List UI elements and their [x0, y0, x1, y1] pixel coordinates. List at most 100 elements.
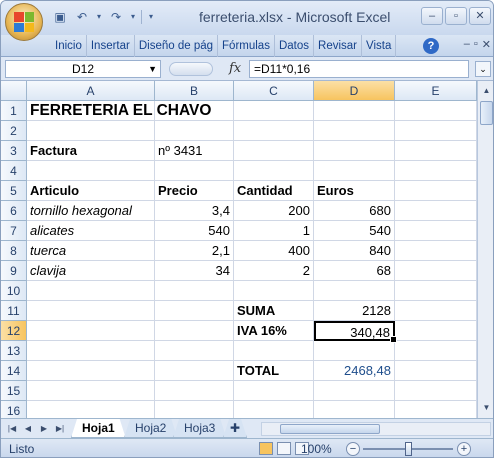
prev-sheet-icon[interactable]: ◀: [21, 422, 35, 436]
cell-c3[interactable]: [234, 141, 314, 161]
cell-e7[interactable]: [395, 221, 477, 241]
cell-e4[interactable]: [395, 161, 477, 181]
cell-a9[interactable]: clavija: [27, 261, 155, 281]
row-header-11[interactable]: 11: [1, 301, 27, 321]
minimize-button[interactable]: –: [421, 7, 443, 25]
insert-function-icon[interactable]: fx: [229, 61, 241, 76]
cell-d11[interactable]: 2128: [314, 301, 395, 321]
workbook-minimize-button[interactable]: –: [464, 38, 470, 51]
customize-toolbar-icon[interactable]: ▾: [146, 9, 156, 25]
tab-revisar[interactable]: Revisar: [314, 35, 362, 57]
column-header-c[interactable]: C: [234, 81, 314, 101]
sheet-tab-hoja1[interactable]: Hoja1: [71, 419, 126, 438]
last-sheet-icon[interactable]: ▶|: [53, 422, 67, 436]
cell-d1[interactable]: [314, 101, 395, 121]
expand-formula-bar-icon[interactable]: ⌄: [475, 61, 491, 77]
tab-vista[interactable]: Vista: [362, 35, 397, 57]
undo-dropdown-icon[interactable]: ▾: [95, 9, 103, 25]
cell-a11[interactable]: [27, 301, 155, 321]
cell-e3[interactable]: [395, 141, 477, 161]
row-header-16[interactable]: 16: [1, 401, 27, 418]
formula-bar-splitter[interactable]: [169, 62, 213, 76]
row-header-3[interactable]: 3: [1, 141, 27, 161]
cell-a4[interactable]: [27, 161, 155, 181]
column-header-d[interactable]: D: [314, 81, 395, 101]
workbook-close-button[interactable]: ✕: [482, 38, 491, 51]
cell-a2[interactable]: [27, 121, 155, 141]
cell-d9[interactable]: 68: [314, 261, 395, 281]
maximize-button[interactable]: ▫: [445, 7, 467, 25]
insert-sheet-icon[interactable]: ✚: [223, 419, 247, 438]
cell-c10[interactable]: [234, 281, 314, 301]
cell-b14[interactable]: [155, 361, 234, 381]
column-header-e[interactable]: E: [395, 81, 477, 101]
cell-a3[interactable]: Factura: [27, 141, 155, 161]
row-header-8[interactable]: 8: [1, 241, 27, 261]
vertical-scroll-thumb[interactable]: [480, 101, 493, 125]
cell-a14[interactable]: [27, 361, 155, 381]
formula-input[interactable]: =D11*0,16: [249, 60, 469, 78]
cell-c13[interactable]: [234, 341, 314, 361]
tab-insertar[interactable]: Insertar: [87, 35, 135, 57]
cell-a7[interactable]: alicates: [27, 221, 155, 241]
cell-b15[interactable]: [155, 381, 234, 401]
cell-a15[interactable]: [27, 381, 155, 401]
save-icon[interactable]: ▣: [51, 9, 69, 25]
cell-d10[interactable]: [314, 281, 395, 301]
row-header-14[interactable]: 14: [1, 361, 27, 381]
redo-icon[interactable]: ↷: [107, 9, 125, 25]
cell-a10[interactable]: [27, 281, 155, 301]
scroll-down-icon[interactable]: ▼: [479, 400, 493, 416]
cell-c1[interactable]: [234, 101, 314, 121]
cell-c5[interactable]: Cantidad: [234, 181, 314, 201]
cell-d5[interactable]: Euros: [314, 181, 395, 201]
tab-formulas[interactable]: Fórmulas: [218, 35, 275, 57]
cell-e9[interactable]: [395, 261, 477, 281]
cell-e2[interactable]: [395, 121, 477, 141]
row-header-13[interactable]: 13: [1, 341, 27, 361]
row-header-1[interactable]: 1: [1, 101, 27, 121]
row-header-2[interactable]: 2: [1, 121, 27, 141]
column-header-b[interactable]: B: [155, 81, 234, 101]
horizontal-scrollbar[interactable]: [261, 422, 491, 436]
cell-e13[interactable]: [395, 341, 477, 361]
cell-e15[interactable]: [395, 381, 477, 401]
redo-dropdown-icon[interactable]: ▾: [129, 9, 137, 25]
cell-e8[interactable]: [395, 241, 477, 261]
select-all-corner[interactable]: [1, 81, 27, 101]
cell-c2[interactable]: [234, 121, 314, 141]
cell-e16[interactable]: [395, 401, 477, 418]
next-sheet-icon[interactable]: ▶: [37, 422, 51, 436]
cell-b6[interactable]: 3,4: [155, 201, 234, 221]
cell-b10[interactable]: [155, 281, 234, 301]
cell-a16[interactable]: [27, 401, 155, 418]
cell-c4[interactable]: [234, 161, 314, 181]
cell-d14[interactable]: 2468,48: [314, 361, 395, 381]
cell-d2[interactable]: [314, 121, 395, 141]
cell-d16[interactable]: [314, 401, 395, 418]
cell-e1[interactable]: [395, 101, 477, 121]
cell-e5[interactable]: [395, 181, 477, 201]
zoom-out-icon[interactable]: −: [346, 442, 360, 456]
row-header-9[interactable]: 9: [1, 261, 27, 281]
cell-d4[interactable]: [314, 161, 395, 181]
cell-e6[interactable]: [395, 201, 477, 221]
cell-d7[interactable]: 540: [314, 221, 395, 241]
cell-b16[interactable]: [155, 401, 234, 418]
cell-c16[interactable]: [234, 401, 314, 418]
tab-datos[interactable]: Datos: [275, 35, 315, 57]
cell-d8[interactable]: 840: [314, 241, 395, 261]
cell-c14[interactable]: TOTAL: [234, 361, 314, 381]
cell-a13[interactable]: [27, 341, 155, 361]
row-header-5[interactable]: 5: [1, 181, 27, 201]
cell-e10[interactable]: [395, 281, 477, 301]
row-header-4[interactable]: 4: [1, 161, 27, 181]
cell-c7[interactable]: 1: [234, 221, 314, 241]
row-header-12[interactable]: 12: [1, 321, 27, 341]
cell-a1[interactable]: FERRETERIA EL CHAVO: [27, 101, 211, 121]
cell-b12[interactable]: [155, 321, 234, 341]
cell-c8[interactable]: 400: [234, 241, 314, 261]
column-header-a[interactable]: A: [27, 81, 155, 101]
cell-c15[interactable]: [234, 381, 314, 401]
help-icon[interactable]: ?: [423, 38, 439, 54]
